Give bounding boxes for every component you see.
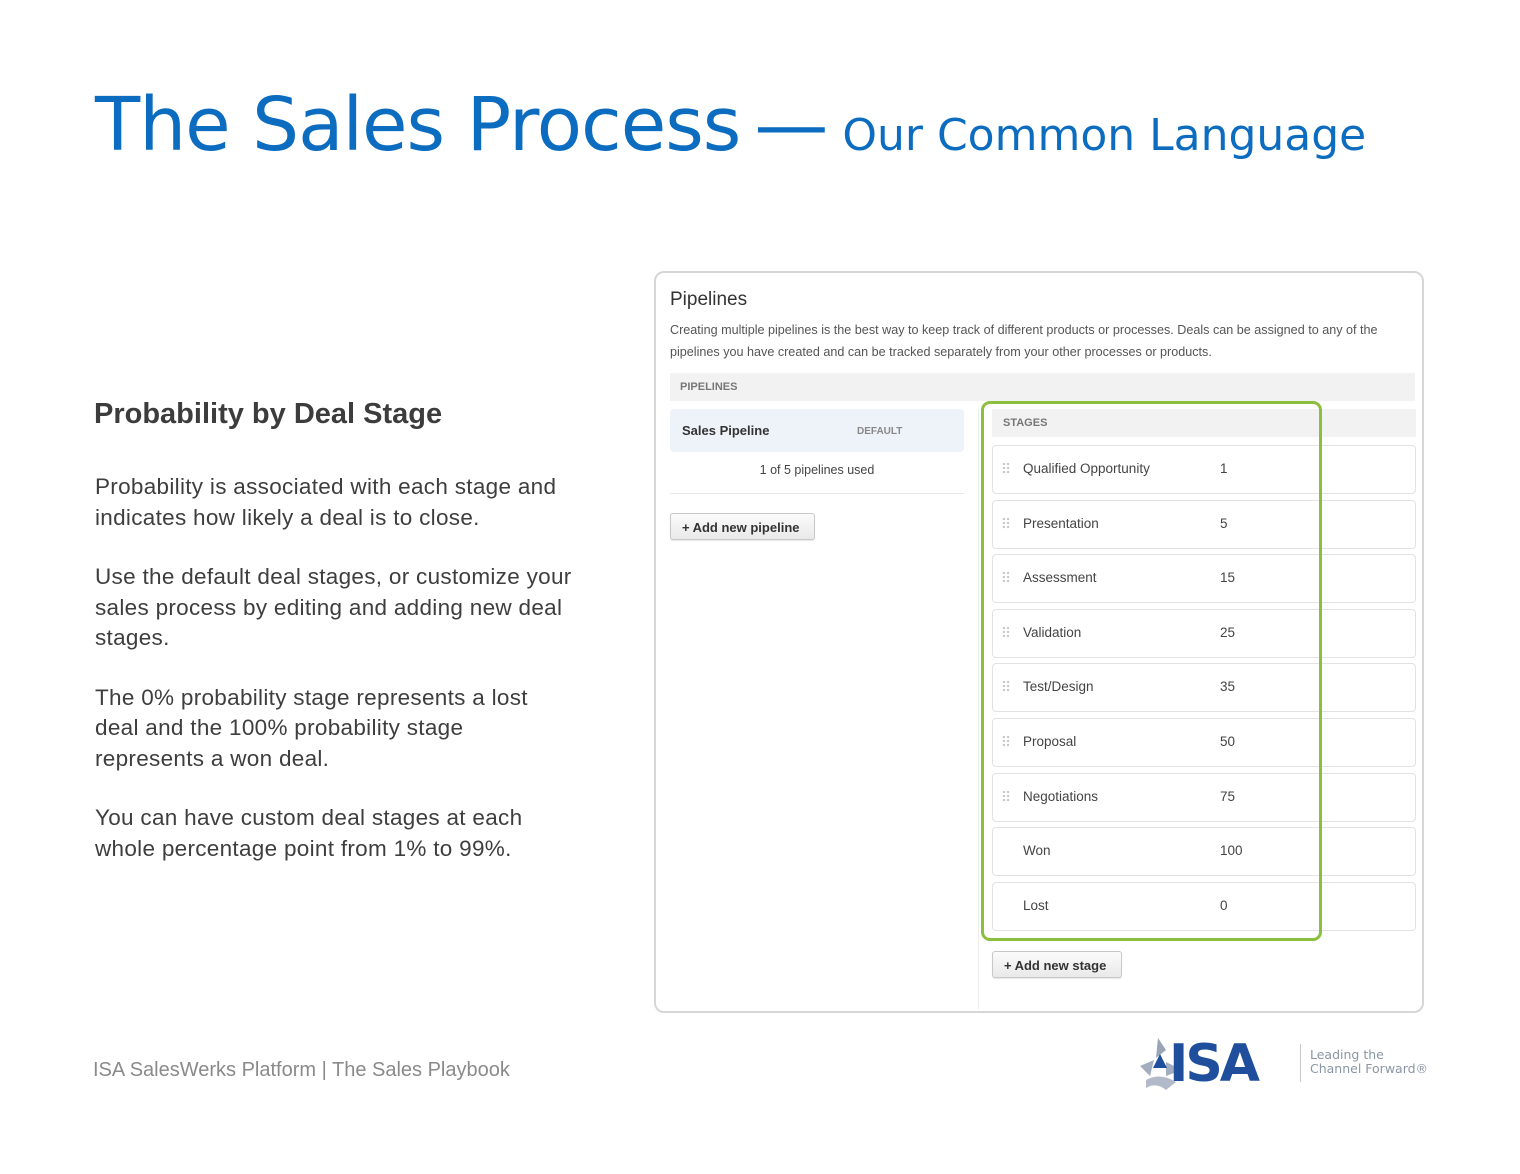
slide-subtitle: Our Common Language [842, 110, 1367, 161]
stage-row[interactable]: Qualified Opportunity 1 [992, 445, 1416, 494]
stage-row-won[interactable]: Won 100 [992, 827, 1416, 877]
slide-title-main: The Sales Process [95, 82, 741, 168]
paragraph: The 0% probability stage represents a lo… [95, 684, 528, 771]
body-text: Probability is associated with each stag… [95, 472, 575, 893]
plus-icon: + [682, 520, 690, 535]
stage-name: Test/Design [1023, 679, 1094, 695]
add-pipeline-label: Add new pipeline [692, 520, 800, 535]
isa-logo: ISA Leading the Channel Forward® [1136, 1034, 1436, 1094]
drag-handle-icon[interactable] [1002, 789, 1010, 803]
stage-probability: 75 [1220, 788, 1236, 804]
panel-description: Creating multiple pipelines is the best … [670, 323, 1378, 359]
title-dash: — [754, 82, 829, 168]
slide-title: The Sales Process — Our Common Language [95, 82, 1366, 168]
pipeline-item-sales-pipeline[interactable]: Sales Pipeline DEFAULT [670, 409, 964, 452]
stage-row[interactable]: Test/Design 35 [992, 663, 1416, 713]
stage-name: Negotiations [1023, 788, 1099, 804]
drag-handle-icon[interactable] [1002, 516, 1010, 530]
stage-probability: 15 [1220, 570, 1236, 586]
stage-row[interactable]: Validation 25 [992, 608, 1416, 658]
section-heading: Probability by Deal Stage [94, 398, 443, 430]
stage-row[interactable]: Assessment 15 [992, 554, 1416, 604]
column-divider [978, 409, 979, 1009]
stage-probability: 25 [1220, 624, 1236, 640]
tagline-line-2: Channel Forward® [1310, 1061, 1429, 1076]
pipelines-used-count: 1 of 5 pipelines used [759, 463, 875, 477]
add-stage-label: Add new stage [1014, 958, 1107, 973]
stage-list: Qualified Opportunity 1 Presentation 5 A… [992, 445, 1416, 936]
stage-name: Presentation [1023, 515, 1099, 531]
stage-name: Proposal [1023, 733, 1077, 749]
stage-probability: 100 [1220, 843, 1243, 859]
logo-separator [1300, 1044, 1301, 1082]
add-new-stage-button[interactable]: + Add new stage [992, 951, 1122, 978]
stage-name: Validation [1023, 624, 1082, 640]
pipelines-section-header: PIPELINES [670, 373, 1415, 401]
isa-wordmark: ISA [1169, 1034, 1260, 1094]
drag-handle-icon[interactable] [1002, 734, 1010, 748]
paragraph: You can have custom deal stages at each … [95, 805, 523, 861]
pipeline-name: Sales Pipeline [682, 423, 770, 438]
stage-row[interactable]: Negotiations 75 [992, 772, 1416, 822]
stage-probability: 1 [1220, 461, 1228, 476]
tagline-line-1: Leading the [1310, 1047, 1384, 1062]
add-new-pipeline-button[interactable]: + Add new pipeline [670, 513, 815, 540]
stage-probability: 35 [1220, 679, 1236, 695]
stage-probability: 50 [1220, 733, 1236, 749]
divider [670, 493, 964, 494]
footer-text: ISA SalesWerks Platform | The Sales Play… [93, 1059, 510, 1081]
paragraph: Use the default deal stages, or customiz… [95, 564, 572, 650]
stage-row[interactable]: Presentation 5 [992, 499, 1416, 549]
stage-name: Qualified Opportunity [1023, 461, 1150, 476]
pipelines-screenshot-panel: Pipelines Creating multiple pipelines is… [654, 271, 1424, 1013]
plus-icon: + [1004, 958, 1012, 973]
drag-handle-icon[interactable] [1002, 571, 1010, 585]
drag-handle-icon[interactable] [1002, 625, 1010, 639]
stage-row-lost[interactable]: Lost 0 [992, 881, 1416, 931]
stage-name: Lost [1023, 897, 1049, 913]
drag-handle-icon[interactable] [1002, 462, 1010, 475]
stage-row[interactable]: Proposal 50 [992, 717, 1416, 767]
panel-title: Pipelines [670, 289, 748, 310]
logo-tagline: Leading the Channel Forward® [1310, 1048, 1428, 1076]
stage-probability: 5 [1220, 515, 1228, 531]
stage-name: Won [1023, 843, 1051, 859]
stage-name: Assessment [1023, 570, 1097, 586]
paragraph: Probability is associated with each stag… [95, 474, 557, 530]
stage-probability: 0 [1220, 897, 1228, 913]
default-badge: DEFAULT [857, 426, 903, 437]
drag-handle-icon[interactable] [1002, 680, 1010, 694]
stages-section-header: STAGES [992, 409, 1416, 437]
